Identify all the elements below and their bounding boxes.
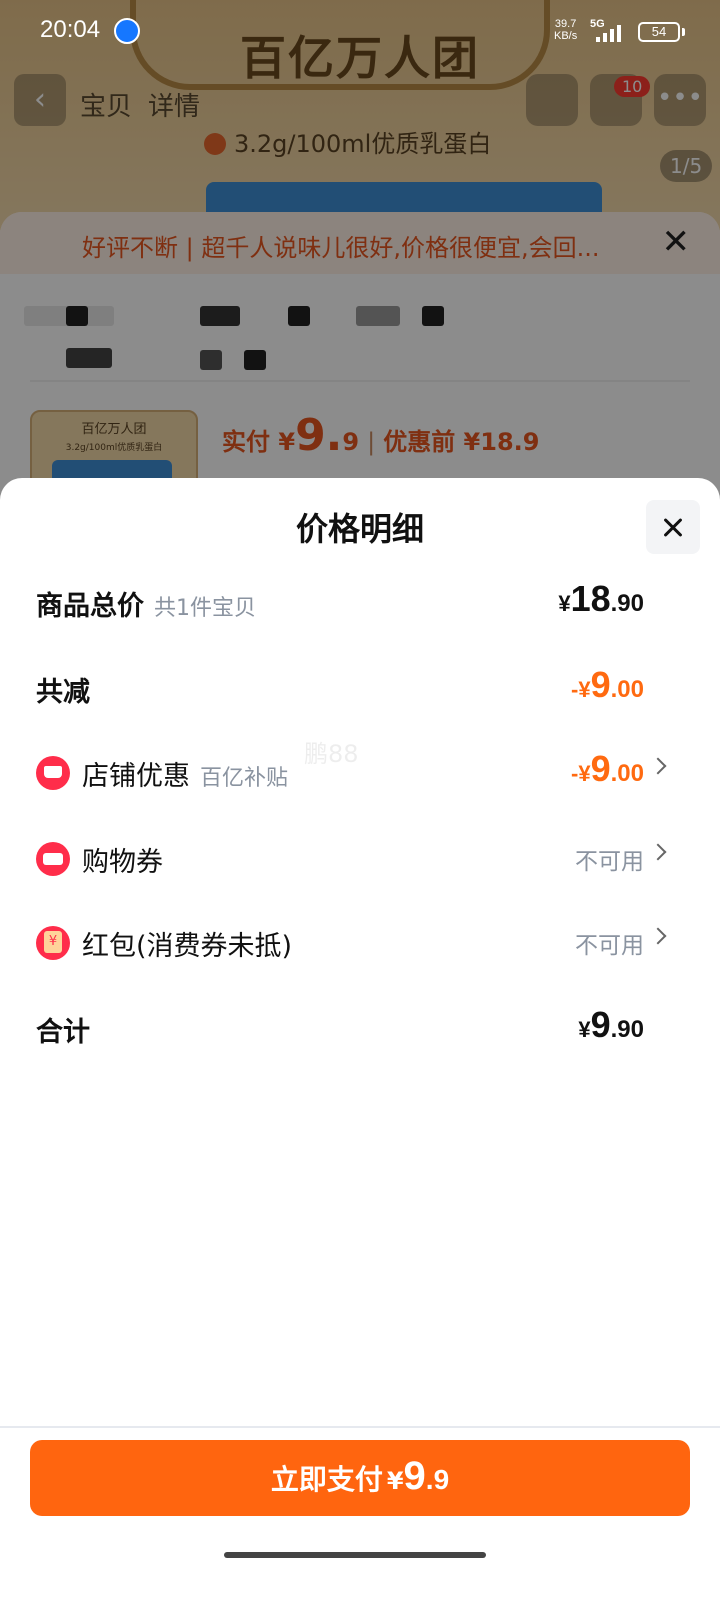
amount-dec: .00 (610, 760, 644, 787)
row-store-discount[interactable]: 店铺优惠 百亿补贴 -¥9.00 (0, 744, 720, 804)
close-button[interactable] (646, 500, 700, 554)
row-label: 购物券 (82, 847, 163, 878)
coupon-icon (36, 842, 70, 876)
amount-int: 9 (590, 748, 611, 789)
net-speed-value: 39.7 (554, 18, 577, 30)
row-label: 店铺优惠 百亿补贴 (82, 754, 288, 793)
row-grand-total: 合计 ¥9.90 (0, 1000, 720, 1060)
battery-tip (682, 28, 685, 36)
row-label: 共减 (36, 677, 90, 708)
network-speed: 39.7 KB/s (554, 18, 577, 42)
pay-button-content: 立即支付 ¥9.9 (30, 1454, 690, 1499)
pay-now-button[interactable]: 立即支付 ¥9.9 (30, 1440, 690, 1516)
amount-int: 9 (590, 1004, 611, 1045)
row-sub: 百亿补贴 (200, 766, 289, 791)
amount-int: 18 (570, 578, 611, 619)
row-sub: 共1件宝贝 (154, 596, 256, 621)
sheet-title: 价格明细 (295, 510, 424, 548)
chevron-right-icon (649, 757, 667, 775)
row-label: 红包(消费券未抵) (82, 931, 293, 962)
amount-prefix: ¥ (578, 1017, 591, 1042)
store-icon (36, 756, 70, 790)
row-red-packet[interactable]: 红包(消费券未抵) 不可用 (0, 914, 720, 974)
pay-int: 9 (403, 1454, 426, 1498)
amount-dec: .90 (610, 590, 644, 617)
row-label-text: 商品总价 (36, 591, 144, 622)
amount-prefix: -¥ (571, 677, 591, 702)
row-label-text: 店铺优惠 (82, 761, 190, 792)
row-label: 商品总价 共1件宝贝 (36, 584, 256, 623)
chevron-right-icon (649, 927, 667, 945)
amount-prefix: ¥ (558, 591, 571, 616)
pay-dec: .9 (425, 1464, 450, 1495)
total-goods-amount: ¥18.90 (558, 578, 644, 620)
pay-label: 立即支付 (270, 1463, 383, 1496)
net-speed-unit: KB/s (554, 30, 578, 42)
status-bar: 20:04 39.7 KB/s 5G 54 (0, 0, 720, 60)
row-shopping-coupon[interactable]: 购物券 不可用 (0, 830, 720, 890)
amount-dec: .00 (610, 676, 644, 703)
pay-prefix: ¥ (386, 1467, 404, 1495)
app-notification-icon (114, 18, 140, 44)
total-discount-amount: -¥9.00 (571, 664, 644, 706)
amount-prefix: -¥ (571, 761, 591, 786)
amount-int: 9 (590, 664, 611, 705)
footer-divider (0, 1426, 720, 1428)
row-total-goods: 商品总价 共1件宝贝 ¥18.90 (0, 574, 720, 634)
battery-icon: 54 (638, 22, 680, 42)
price-detail-sheet: 价格明细 商品总价 共1件宝贝 ¥18.90 共减 -¥9.00 鹏88 店铺优惠… (0, 478, 720, 1600)
row-total-discount: 共减 -¥9.00 (0, 660, 720, 720)
amount-dec: .90 (610, 1016, 644, 1043)
red-packet-icon (36, 926, 70, 960)
chevron-right-icon (649, 843, 667, 861)
store-discount-amount: -¥9.00 (571, 748, 644, 790)
row-label: 合计 (36, 1017, 90, 1048)
coupon-unavailable: 不可用 (575, 849, 644, 875)
home-indicator[interactable] (224, 1552, 486, 1558)
signal-icon (596, 22, 630, 42)
status-time: 20:04 (40, 16, 101, 43)
grand-total-amount: ¥9.90 (578, 1004, 644, 1046)
red-packet-unavailable: 不可用 (575, 933, 644, 959)
